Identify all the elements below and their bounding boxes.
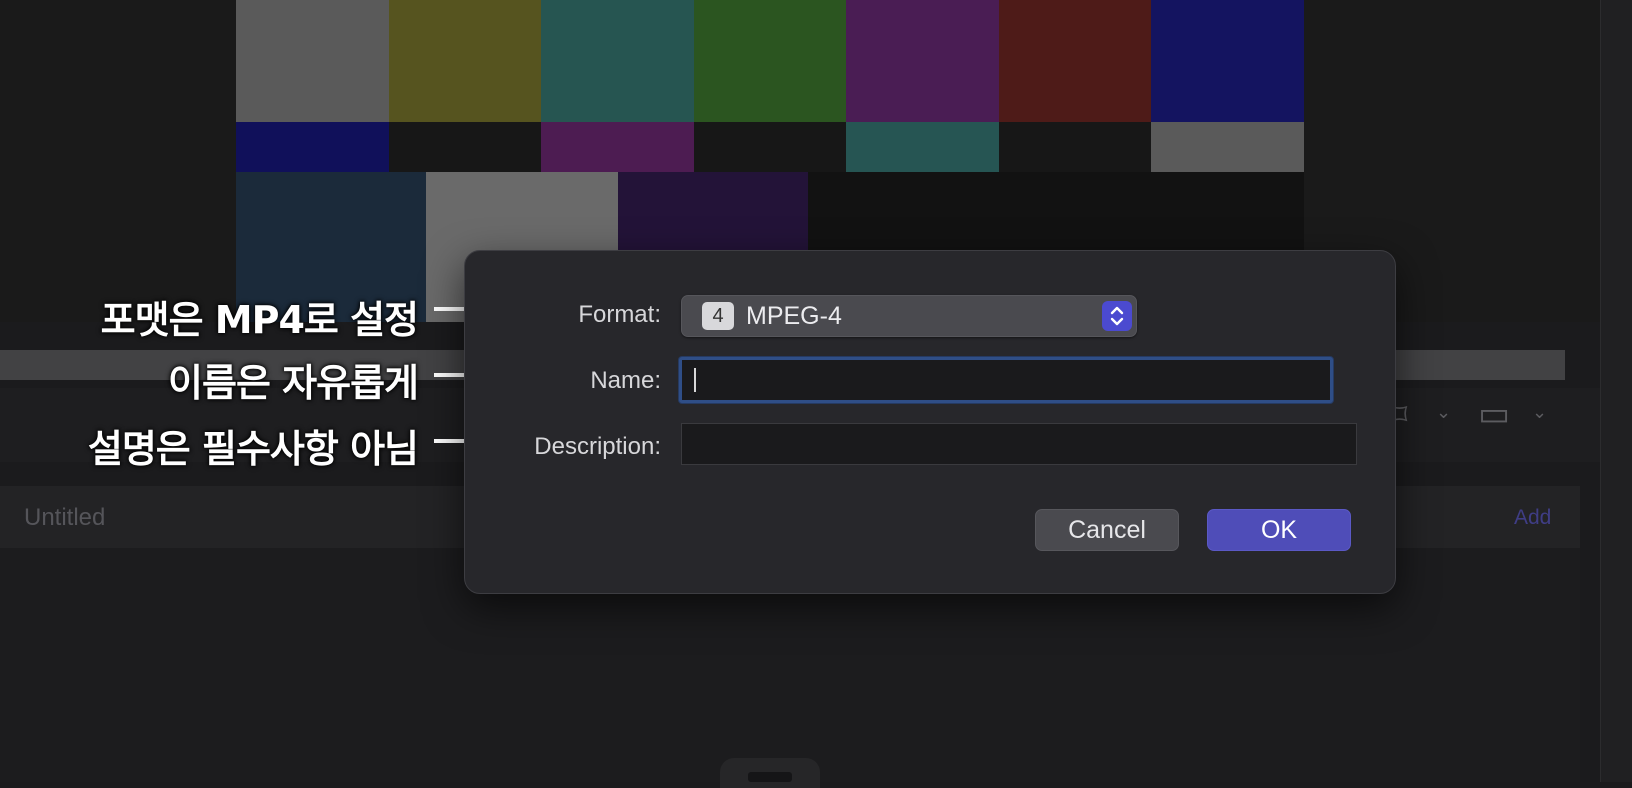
color-bar — [388, 122, 542, 172]
description-field[interactable] — [681, 423, 1357, 465]
color-bar — [998, 122, 1152, 172]
name-label: Name: — [590, 367, 661, 394]
format-popup[interactable]: 4 MPEG-4 — [681, 295, 1137, 337]
color-bar — [1151, 122, 1305, 172]
name-input[interactable] — [682, 360, 1330, 400]
format-label: Format: — [578, 301, 661, 328]
bottom-handle-icon — [748, 772, 792, 782]
format-value: MPEG-4 — [746, 302, 842, 330]
color-bar — [388, 0, 542, 122]
comment-icon[interactable]: ▭ — [1478, 394, 1510, 434]
document-title: Untitled — [24, 504, 106, 531]
add-link[interactable]: Add — [1514, 506, 1551, 530]
color-bar — [693, 122, 847, 172]
color-bar — [541, 0, 695, 122]
updown-chevron-icon — [1102, 301, 1132, 331]
color-bar — [846, 122, 1000, 172]
annotation-format: 포맷은 MP4로 설정 — [100, 298, 419, 342]
text-caret — [694, 368, 696, 392]
name-field[interactable] — [679, 357, 1333, 403]
chevron-down-icon[interactable]: ⌄ — [1532, 402, 1547, 423]
annotation-name: 이름은 자유롭게 — [168, 361, 419, 405]
color-bar — [846, 0, 1000, 122]
description-input[interactable] — [682, 424, 1356, 464]
color-bar — [998, 0, 1152, 122]
right-panel-edge — [1600, 0, 1632, 782]
color-bar — [693, 0, 847, 122]
export-dialog: Format: 4 MPEG-4 Name: Description: Canc… — [464, 250, 1396, 594]
description-label: Description: — [534, 433, 661, 460]
color-bar — [541, 122, 695, 172]
color-bar — [236, 0, 390, 122]
annotation-description: 설명은 필수사항 아님 — [87, 427, 419, 471]
ok-button[interactable]: OK — [1207, 509, 1351, 551]
color-bar — [236, 122, 390, 172]
color-bar — [1151, 0, 1305, 122]
cancel-button[interactable]: Cancel — [1035, 509, 1179, 551]
chevron-down-icon[interactable]: ⌄ — [1436, 402, 1451, 423]
format-badge-icon: 4 — [702, 302, 734, 330]
